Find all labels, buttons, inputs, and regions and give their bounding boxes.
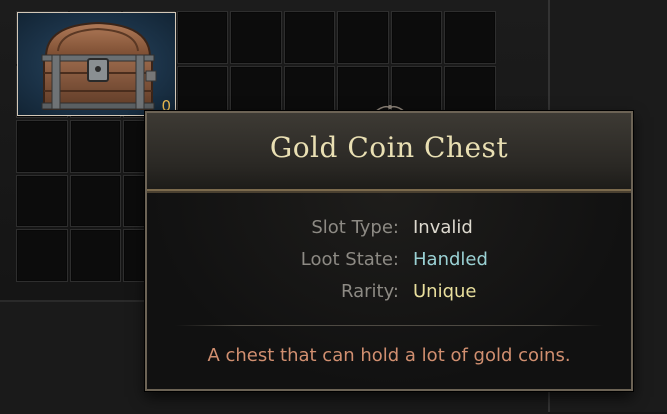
property-label: Slot Type:	[311, 217, 399, 238]
item-description: A chest that can hold a lot of gold coin…	[207, 345, 571, 366]
inventory-slot-gold-coin-chest[interactable]: 0	[17, 12, 176, 116]
inventory-slot[interactable]	[16, 174, 68, 227]
inventory-slot[interactable]	[230, 11, 282, 64]
property-label: Loot State:	[300, 249, 399, 270]
property-loot-state: Loot State: Handled	[147, 249, 631, 275]
inventory-slot[interactable]	[69, 174, 121, 227]
inventory-slot[interactable]	[283, 11, 335, 64]
inventory-slot[interactable]	[16, 229, 68, 282]
property-slot-type: Slot Type: Invalid	[147, 217, 631, 243]
property-label: Rarity:	[340, 281, 399, 302]
inventory-slot[interactable]	[69, 229, 121, 282]
tooltip-header: Gold Coin Chest	[147, 113, 631, 193]
inventory-slot[interactable]	[444, 11, 496, 64]
inventory-slot[interactable]	[390, 11, 442, 64]
property-value: Invalid	[413, 217, 473, 238]
item-title: Gold Coin Chest	[269, 131, 509, 164]
inventory-slot[interactable]	[69, 120, 121, 173]
tooltip-body: Slot Type: Invalid Loot State: Handled R…	[147, 193, 631, 389]
property-value: Handled	[413, 249, 488, 270]
inventory-slot[interactable]	[16, 120, 68, 173]
item-tooltip: Gold Coin Chest Slot Type: Invalid Loot …	[145, 111, 633, 391]
inventory-slot[interactable]	[176, 11, 228, 64]
property-value: Unique	[413, 281, 477, 302]
property-rarity: Rarity: Unique	[147, 281, 631, 307]
treasure-chest-icon	[41, 21, 157, 110]
inventory-slot[interactable]	[337, 11, 389, 64]
tooltip-divider	[175, 325, 603, 326]
